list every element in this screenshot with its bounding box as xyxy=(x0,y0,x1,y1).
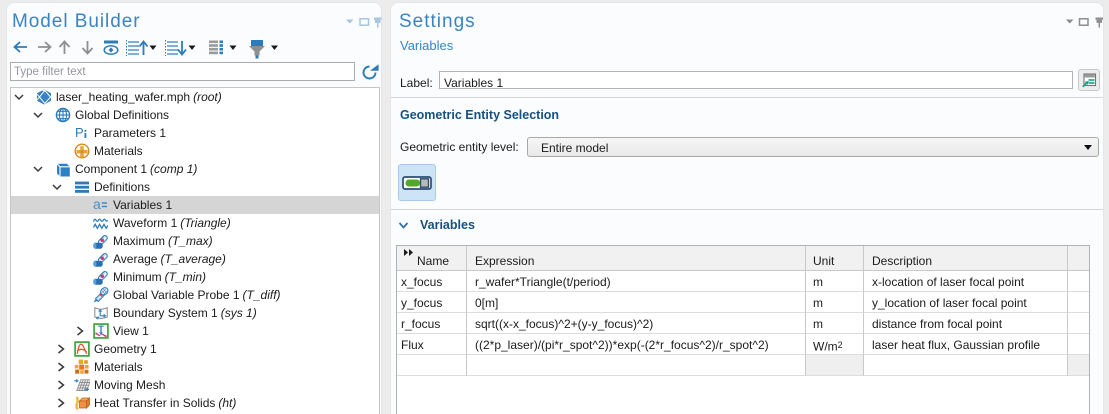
svg-text:a: a xyxy=(93,197,101,212)
svg-text:P: P xyxy=(75,125,84,140)
